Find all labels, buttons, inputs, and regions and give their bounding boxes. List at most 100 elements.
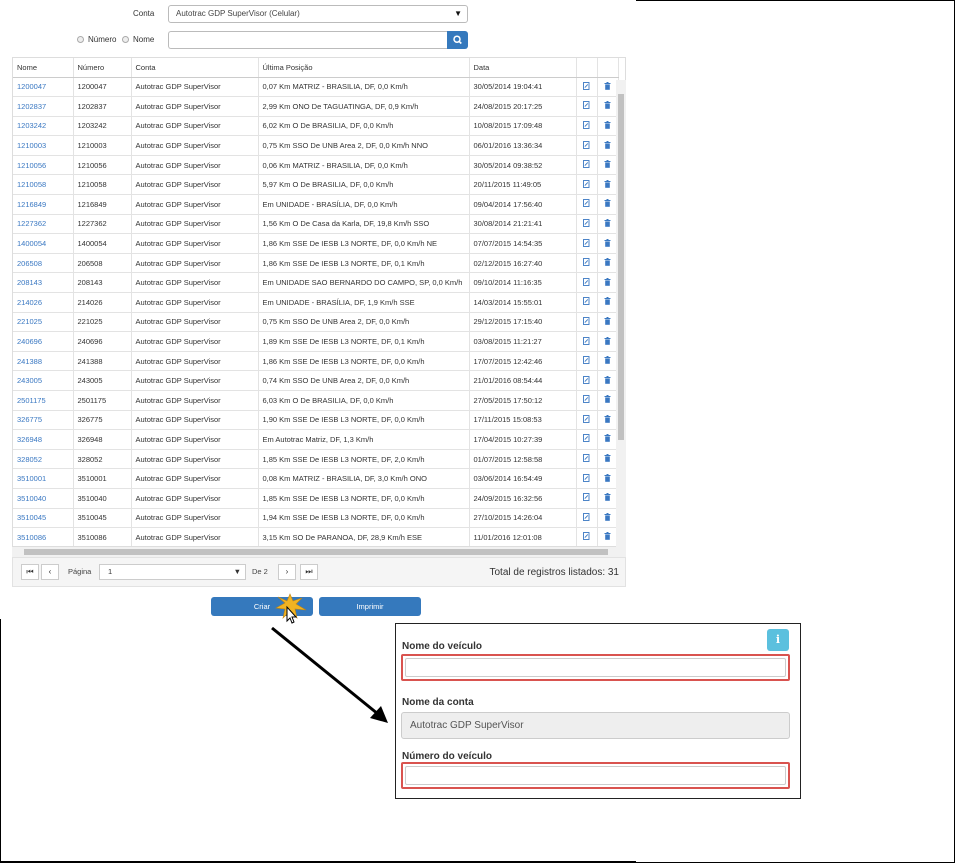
delete-row-button[interactable] <box>597 155 619 176</box>
table-row[interactable]: 241388 241388 Autotrac GDP SuperVisor 1,86 … <box>13 351 619 372</box>
edit-row-button[interactable] <box>576 449 598 470</box>
table-row[interactable]: 326948 326948 Autotrac GDP SuperVisor Em Au… <box>13 429 619 450</box>
table-row[interactable]: 328052 328052 Autotrac GDP SuperVisor 1,85 … <box>13 449 619 470</box>
table-row[interactable]: 243005 243005 Autotrac GDP SuperVisor 0,74 … <box>13 370 619 391</box>
cell-nome[interactable]: 3510086 <box>13 527 74 546</box>
table-row[interactable]: 214026 214026 Autotrac GDP SuperVisor Em UN… <box>13 292 619 313</box>
info-button[interactable]: i <box>767 629 789 651</box>
delete-row-button[interactable] <box>597 508 619 529</box>
table-row[interactable]: 1210056 1210056 Autotrac GDP SuperVisor 0,0… <box>13 155 619 176</box>
search-button[interactable] <box>447 31 468 49</box>
delete-row-button[interactable] <box>597 233 619 254</box>
edit-row-button[interactable] <box>576 370 598 391</box>
column-header-conta[interactable]: Conta <box>131 58 259 78</box>
delete-row-button[interactable] <box>597 116 619 137</box>
edit-row-button[interactable] <box>576 468 598 489</box>
delete-row-button[interactable] <box>597 410 619 431</box>
edit-row-button[interactable] <box>576 331 598 352</box>
edit-row-button[interactable] <box>576 390 598 411</box>
column-header-nome[interactable]: Nome <box>13 58 74 78</box>
edit-row-button[interactable] <box>576 194 598 215</box>
last-page-button[interactable]: ⏭ <box>300 564 318 580</box>
cell-nome[interactable]: 1210056 <box>13 155 74 176</box>
radio-numero[interactable] <box>77 36 84 43</box>
delete-row-button[interactable] <box>597 468 619 489</box>
delete-row-button[interactable] <box>597 174 619 196</box>
cell-nome[interactable]: 328052 <box>13 449 74 470</box>
delete-row-button[interactable] <box>597 488 619 509</box>
table-row[interactable]: 1200047 1200047 Autotrac GDP SuperVisor 0,0… <box>13 77 619 98</box>
delete-row-button[interactable] <box>597 312 619 333</box>
delete-row-button[interactable] <box>597 272 619 294</box>
cell-nome[interactable]: 1210003 <box>13 135 74 156</box>
vehicle-name-input[interactable] <box>401 654 790 681</box>
delete-row-button[interactable] <box>597 527 619 546</box>
edit-row-button[interactable] <box>576 96 598 117</box>
prev-page-button[interactable]: ‹ <box>41 564 59 580</box>
cell-nome[interactable]: 221025 <box>13 312 74 333</box>
column-header-numero[interactable]: Número <box>73 58 132 78</box>
first-page-button[interactable]: ⏮ <box>21 564 39 580</box>
cell-nome[interactable]: 2501175 <box>13 390 74 411</box>
column-header-ultima-posicao[interactable]: Última Posição <box>258 58 470 78</box>
delete-row-button[interactable] <box>597 194 619 215</box>
cell-nome[interactable]: 206508 <box>13 253 74 274</box>
table-row[interactable]: 1210003 1210003 Autotrac GDP SuperVisor 0,7… <box>13 135 619 156</box>
create-button[interactable]: Criar <box>211 597 313 616</box>
cell-nome[interactable]: 326775 <box>13 410 74 431</box>
cell-nome[interactable]: 240696 <box>13 331 74 352</box>
edit-row-button[interactable] <box>576 116 598 137</box>
vehicle-name-field[interactable] <box>405 658 786 677</box>
delete-row-button[interactable] <box>597 96 619 117</box>
horizontal-scroll-thumb[interactable] <box>24 549 608 555</box>
print-button[interactable]: Imprimir <box>319 597 421 616</box>
edit-row-button[interactable] <box>576 214 598 235</box>
edit-row-button[interactable] <box>576 272 598 294</box>
table-row[interactable]: 3510040 3510040 Autotrac GDP SuperVisor 1,8… <box>13 488 619 509</box>
table-row[interactable]: 2501175 2501175 Autotrac GDP SuperVisor 6,0… <box>13 390 619 411</box>
delete-row-button[interactable] <box>597 331 619 352</box>
next-page-button[interactable]: › <box>278 564 296 580</box>
table-row[interactable]: 1227362 1227362 Autotrac GDP SuperVisor 1,5… <box>13 214 619 235</box>
cell-nome[interactable]: 3510001 <box>13 468 74 489</box>
delete-row-button[interactable] <box>597 429 619 450</box>
cell-nome[interactable]: 3510045 <box>13 508 74 529</box>
table-row[interactable]: 3510045 3510045 Autotrac GDP SuperVisor 1,9… <box>13 508 619 529</box>
edit-row-button[interactable] <box>576 135 598 156</box>
cell-nome[interactable]: 214026 <box>13 292 74 313</box>
cell-nome[interactable]: 1210058 <box>13 174 74 196</box>
horizontal-scrollbar[interactable] <box>12 547 626 557</box>
edit-row-button[interactable] <box>576 77 598 98</box>
edit-row-button[interactable] <box>576 488 598 509</box>
column-header-data[interactable]: Data <box>469 58 577 78</box>
delete-row-button[interactable] <box>597 253 619 274</box>
cell-nome[interactable]: 3510040 <box>13 488 74 509</box>
account-select[interactable]: Autotrac GDP SuperVisor (Celular) ▼ <box>168 5 468 23</box>
edit-row-button[interactable] <box>576 312 598 333</box>
edit-row-button[interactable] <box>576 174 598 196</box>
cell-nome[interactable]: 1202837 <box>13 96 74 117</box>
delete-row-button[interactable] <box>597 351 619 372</box>
radio-nome[interactable] <box>122 36 129 43</box>
table-row[interactable]: 1400054 1400054 Autotrac GDP SuperVisor 1,8… <box>13 233 619 254</box>
delete-row-button[interactable] <box>597 77 619 98</box>
delete-row-button[interactable] <box>597 292 619 313</box>
vehicle-number-field[interactable] <box>405 766 786 785</box>
cell-nome[interactable]: 326948 <box>13 429 74 450</box>
table-row[interactable]: 1203242 1203242 Autotrac GDP SuperVisor 6,0… <box>13 116 619 137</box>
cell-nome[interactable]: 241388 <box>13 351 74 372</box>
table-row[interactable]: 206508 206508 Autotrac GDP SuperVisor 1,86 … <box>13 253 619 274</box>
search-input[interactable] <box>168 31 448 49</box>
page-select[interactable]: 1 ▼ <box>99 564 246 580</box>
edit-row-button[interactable] <box>576 527 598 546</box>
edit-row-button[interactable] <box>576 410 598 431</box>
delete-row-button[interactable] <box>597 390 619 411</box>
cell-nome[interactable]: 1203242 <box>13 116 74 137</box>
table-row[interactable]: 221025 221025 Autotrac GDP SuperVisor 0,75 … <box>13 312 619 333</box>
edit-row-button[interactable] <box>576 292 598 313</box>
table-row[interactable]: 1216849 1216849 Autotrac GDP SuperVisor Em … <box>13 194 619 215</box>
table-row[interactable]: 240696 240696 Autotrac GDP SuperVisor 1,89 … <box>13 331 619 352</box>
table-row[interactable]: 3510086 3510086 Autotrac GDP SuperVisor 3,1… <box>13 527 619 546</box>
delete-row-button[interactable] <box>597 370 619 391</box>
vertical-scrollbar[interactable] <box>616 80 626 547</box>
